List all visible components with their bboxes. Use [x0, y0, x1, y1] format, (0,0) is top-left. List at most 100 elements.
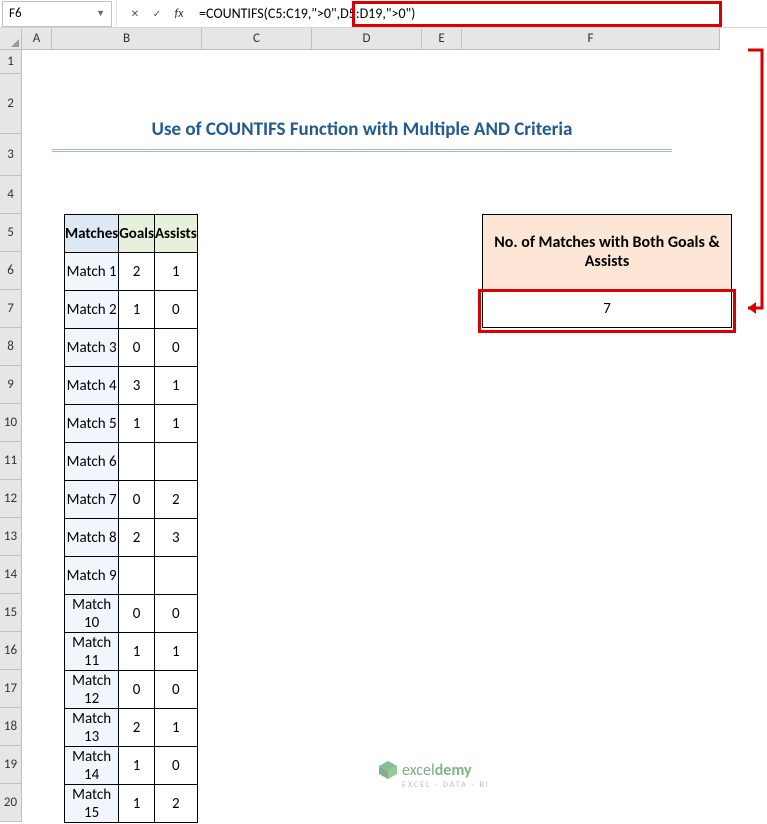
cell-match-name[interactable]: Match 6: [65, 443, 119, 481]
row-header-11[interactable]: 11: [0, 442, 22, 480]
cell-assists[interactable]: [154, 443, 197, 481]
page-title-text: Use of COUNTIFS Function with Multiple A…: [152, 118, 573, 141]
result-value-cell[interactable]: 7: [482, 290, 732, 328]
cell-match-name[interactable]: Match 5: [65, 405, 119, 443]
cancel-icon[interactable]: ✕: [127, 6, 143, 22]
column-header-E[interactable]: E: [422, 28, 462, 50]
row-header-8[interactable]: 8: [0, 328, 22, 366]
row-header-19[interactable]: 19: [0, 746, 22, 784]
row-header-2[interactable]: 2: [0, 74, 22, 134]
row-header-7[interactable]: 7: [0, 290, 22, 328]
row-header-10[interactable]: 10: [0, 404, 22, 442]
row-header-5[interactable]: 5: [0, 214, 22, 252]
table-row: Match 121: [65, 253, 198, 291]
cell-assists[interactable]: 0: [154, 671, 197, 709]
cell-assists[interactable]: 1: [154, 253, 197, 291]
formula-text: =COUNTIFS(C5:C19,">0",D5:D19,">0"): [199, 5, 415, 22]
cell-match-name[interactable]: Match 13: [65, 709, 119, 747]
name-box-dropdown-icon[interactable]: ▼: [57, 8, 105, 19]
result-header: No. of Matches with Both Goals & Assists: [482, 214, 732, 290]
cell-goals[interactable]: 1: [119, 785, 155, 823]
cell-goals[interactable]: 2: [119, 519, 155, 557]
enter-icon[interactable]: ✓: [149, 6, 165, 22]
cell-match-name[interactable]: Match 7: [65, 481, 119, 519]
cell-goals[interactable]: 1: [119, 405, 155, 443]
column-header-D[interactable]: D: [312, 28, 422, 50]
result-header-text: No. of Matches with Both Goals & Assists: [491, 233, 723, 271]
name-box[interactable]: F6 ▼: [2, 1, 112, 27]
divider: [116, 0, 117, 27]
table-row: Match 210: [65, 291, 198, 329]
table-row: Match 1410: [65, 747, 198, 785]
table-row: Match 1321: [65, 709, 198, 747]
cell-assists[interactable]: 2: [154, 785, 197, 823]
cell-match-name[interactable]: Match 4: [65, 367, 119, 405]
formula-bar: F6 ▼ ✕ ✓ fx =COUNTIFS(C5:C19,">0",D5:D19…: [0, 0, 767, 28]
row-header-16[interactable]: 16: [0, 632, 22, 670]
row-header-17[interactable]: 17: [0, 670, 22, 708]
cell-goals[interactable]: 0: [119, 329, 155, 367]
row-header-18[interactable]: 18: [0, 708, 22, 746]
table-row: Match 300: [65, 329, 198, 367]
row-header-20[interactable]: 20: [0, 784, 22, 822]
cell-goals[interactable]: 1: [119, 291, 155, 329]
name-box-value: F6: [9, 6, 57, 21]
cell-assists[interactable]: 1: [154, 367, 197, 405]
cell-goals[interactable]: 0: [119, 595, 155, 633]
cell-goals[interactable]: [119, 443, 155, 481]
row-header-1[interactable]: 1: [0, 50, 22, 74]
table-row: Match 6: [65, 443, 198, 481]
cell-goals[interactable]: 1: [119, 747, 155, 785]
cell-assists[interactable]: 1: [154, 633, 197, 671]
cell-match-name[interactable]: Match 8: [65, 519, 119, 557]
formula-bar-buttons: ✕ ✓ fx: [121, 6, 193, 22]
row-headers: 1234567891011121314151617181920: [0, 50, 22, 822]
table-row: Match 1111: [65, 633, 198, 671]
cell-assists[interactable]: [154, 557, 197, 595]
cell-goals[interactable]: 1: [119, 633, 155, 671]
cell-goals[interactable]: 2: [119, 709, 155, 747]
row-header-12[interactable]: 12: [0, 480, 22, 518]
cell-match-name[interactable]: Match 14: [65, 747, 119, 785]
cell-match-name[interactable]: Match 2: [65, 291, 119, 329]
result-box: No. of Matches with Both Goals & Assists…: [482, 214, 732, 328]
cell-match-name[interactable]: Match 10: [65, 595, 119, 633]
column-header-B[interactable]: B: [52, 28, 202, 50]
cell-goals[interactable]: 2: [119, 253, 155, 291]
row-header-15[interactable]: 15: [0, 594, 22, 632]
cell-match-name[interactable]: Match 3: [65, 329, 119, 367]
cell-match-name[interactable]: Match 12: [65, 671, 119, 709]
watermark: exceldemy EXCEL · DATA · BI: [378, 760, 490, 790]
row-header-9[interactable]: 9: [0, 366, 22, 404]
fx-icon[interactable]: fx: [171, 6, 187, 22]
formula-input[interactable]: =COUNTIFS(C5:C19,">0",D5:D19,">0"): [193, 1, 767, 27]
select-all-corner[interactable]: [0, 28, 22, 50]
row-header-6[interactable]: 6: [0, 252, 22, 290]
cell-goals[interactable]: 0: [119, 481, 155, 519]
cell-assists[interactable]: 3: [154, 519, 197, 557]
cell-goals[interactable]: [119, 557, 155, 595]
row-header-3[interactable]: 3: [0, 134, 22, 176]
cell-assists[interactable]: 0: [154, 291, 197, 329]
cell-match-name[interactable]: Match 9: [65, 557, 119, 595]
page-title: Use of COUNTIFS Function with Multiple A…: [52, 110, 672, 152]
column-header-C[interactable]: C: [202, 28, 312, 50]
row-header-14[interactable]: 14: [0, 556, 22, 594]
cell-assists[interactable]: 1: [154, 709, 197, 747]
cell-match-name[interactable]: Match 1: [65, 253, 119, 291]
column-header-F[interactable]: F: [462, 28, 720, 50]
cell-match-name[interactable]: Match 15: [65, 785, 119, 823]
cell-assists[interactable]: 2: [154, 481, 197, 519]
cell-assists[interactable]: 1: [154, 405, 197, 443]
cell-goals[interactable]: 0: [119, 671, 155, 709]
cell-match-name[interactable]: Match 11: [65, 633, 119, 671]
column-header-A[interactable]: A: [22, 28, 52, 50]
row-header-4[interactable]: 4: [0, 176, 22, 214]
cell-assists[interactable]: 0: [154, 329, 197, 367]
cell-assists[interactable]: 0: [154, 747, 197, 785]
result-value-text: 7: [603, 300, 611, 318]
table-row: Match 1000: [65, 595, 198, 633]
cell-goals[interactable]: 3: [119, 367, 155, 405]
row-header-13[interactable]: 13: [0, 518, 22, 556]
cell-assists[interactable]: 0: [154, 595, 197, 633]
